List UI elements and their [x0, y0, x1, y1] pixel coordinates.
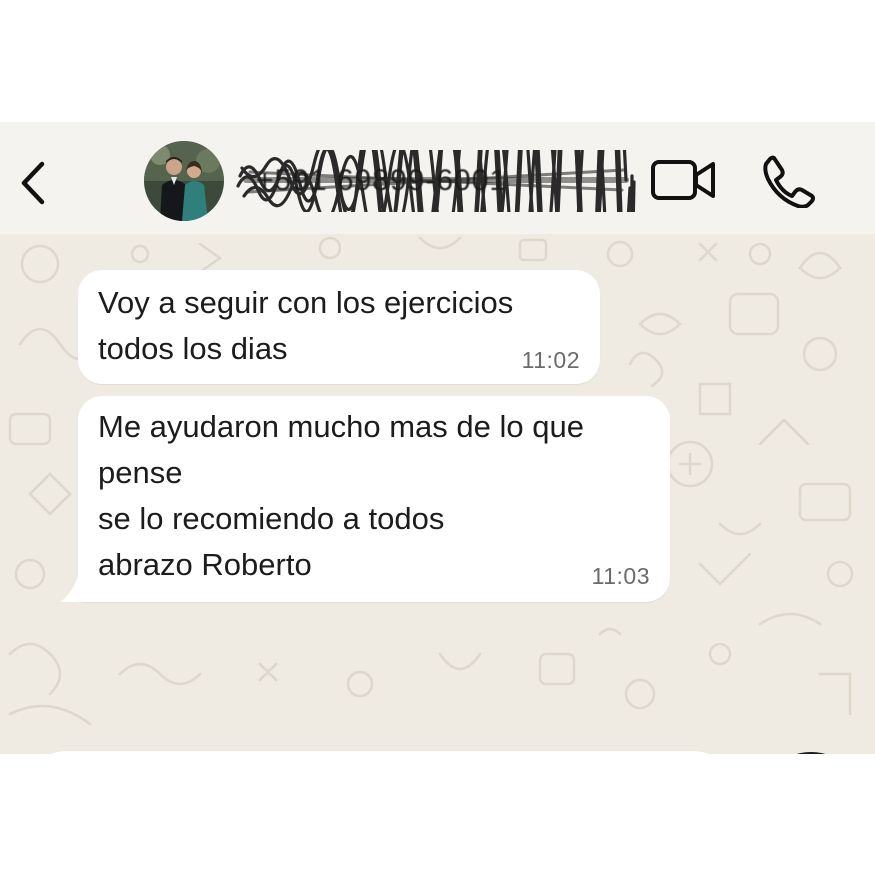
phone-icon [763, 155, 815, 209]
message-bubble[interactable]: Voy a seguir con los ejercicios todos lo… [78, 270, 600, 384]
contact-name[interactable]: +591 69899-6001 [236, 150, 636, 212]
message-time: 11:03 [591, 563, 650, 589]
back-button[interactable] [14, 160, 54, 206]
message-time: 11:02 [521, 347, 580, 373]
avatar-photo [144, 141, 224, 221]
chevron-left-icon [21, 161, 45, 205]
video-camera-icon [651, 160, 715, 200]
contact-avatar[interactable] [144, 141, 224, 221]
video-call-button[interactable] [650, 156, 718, 204]
chat-area[interactable]: Voy a seguir con los ejercicios todos lo… [0, 234, 875, 754]
redaction-scribble [236, 150, 636, 212]
message-text: Voy a seguir con los ejercicios todos lo… [98, 285, 514, 366]
message-composer [16, 751, 744, 754]
chat-screen: +591 69899-6001 Voy a seguir con los eje… [0, 122, 875, 754]
voice-call-button[interactable] [760, 154, 816, 209]
message-text: Me ayudaron mucho mas de lo que pense se… [98, 409, 584, 582]
chat-header: +591 69899-6001 [0, 122, 875, 234]
message-bubble[interactable]: Me ayudaron mucho mas de lo que pense se… [78, 396, 670, 602]
